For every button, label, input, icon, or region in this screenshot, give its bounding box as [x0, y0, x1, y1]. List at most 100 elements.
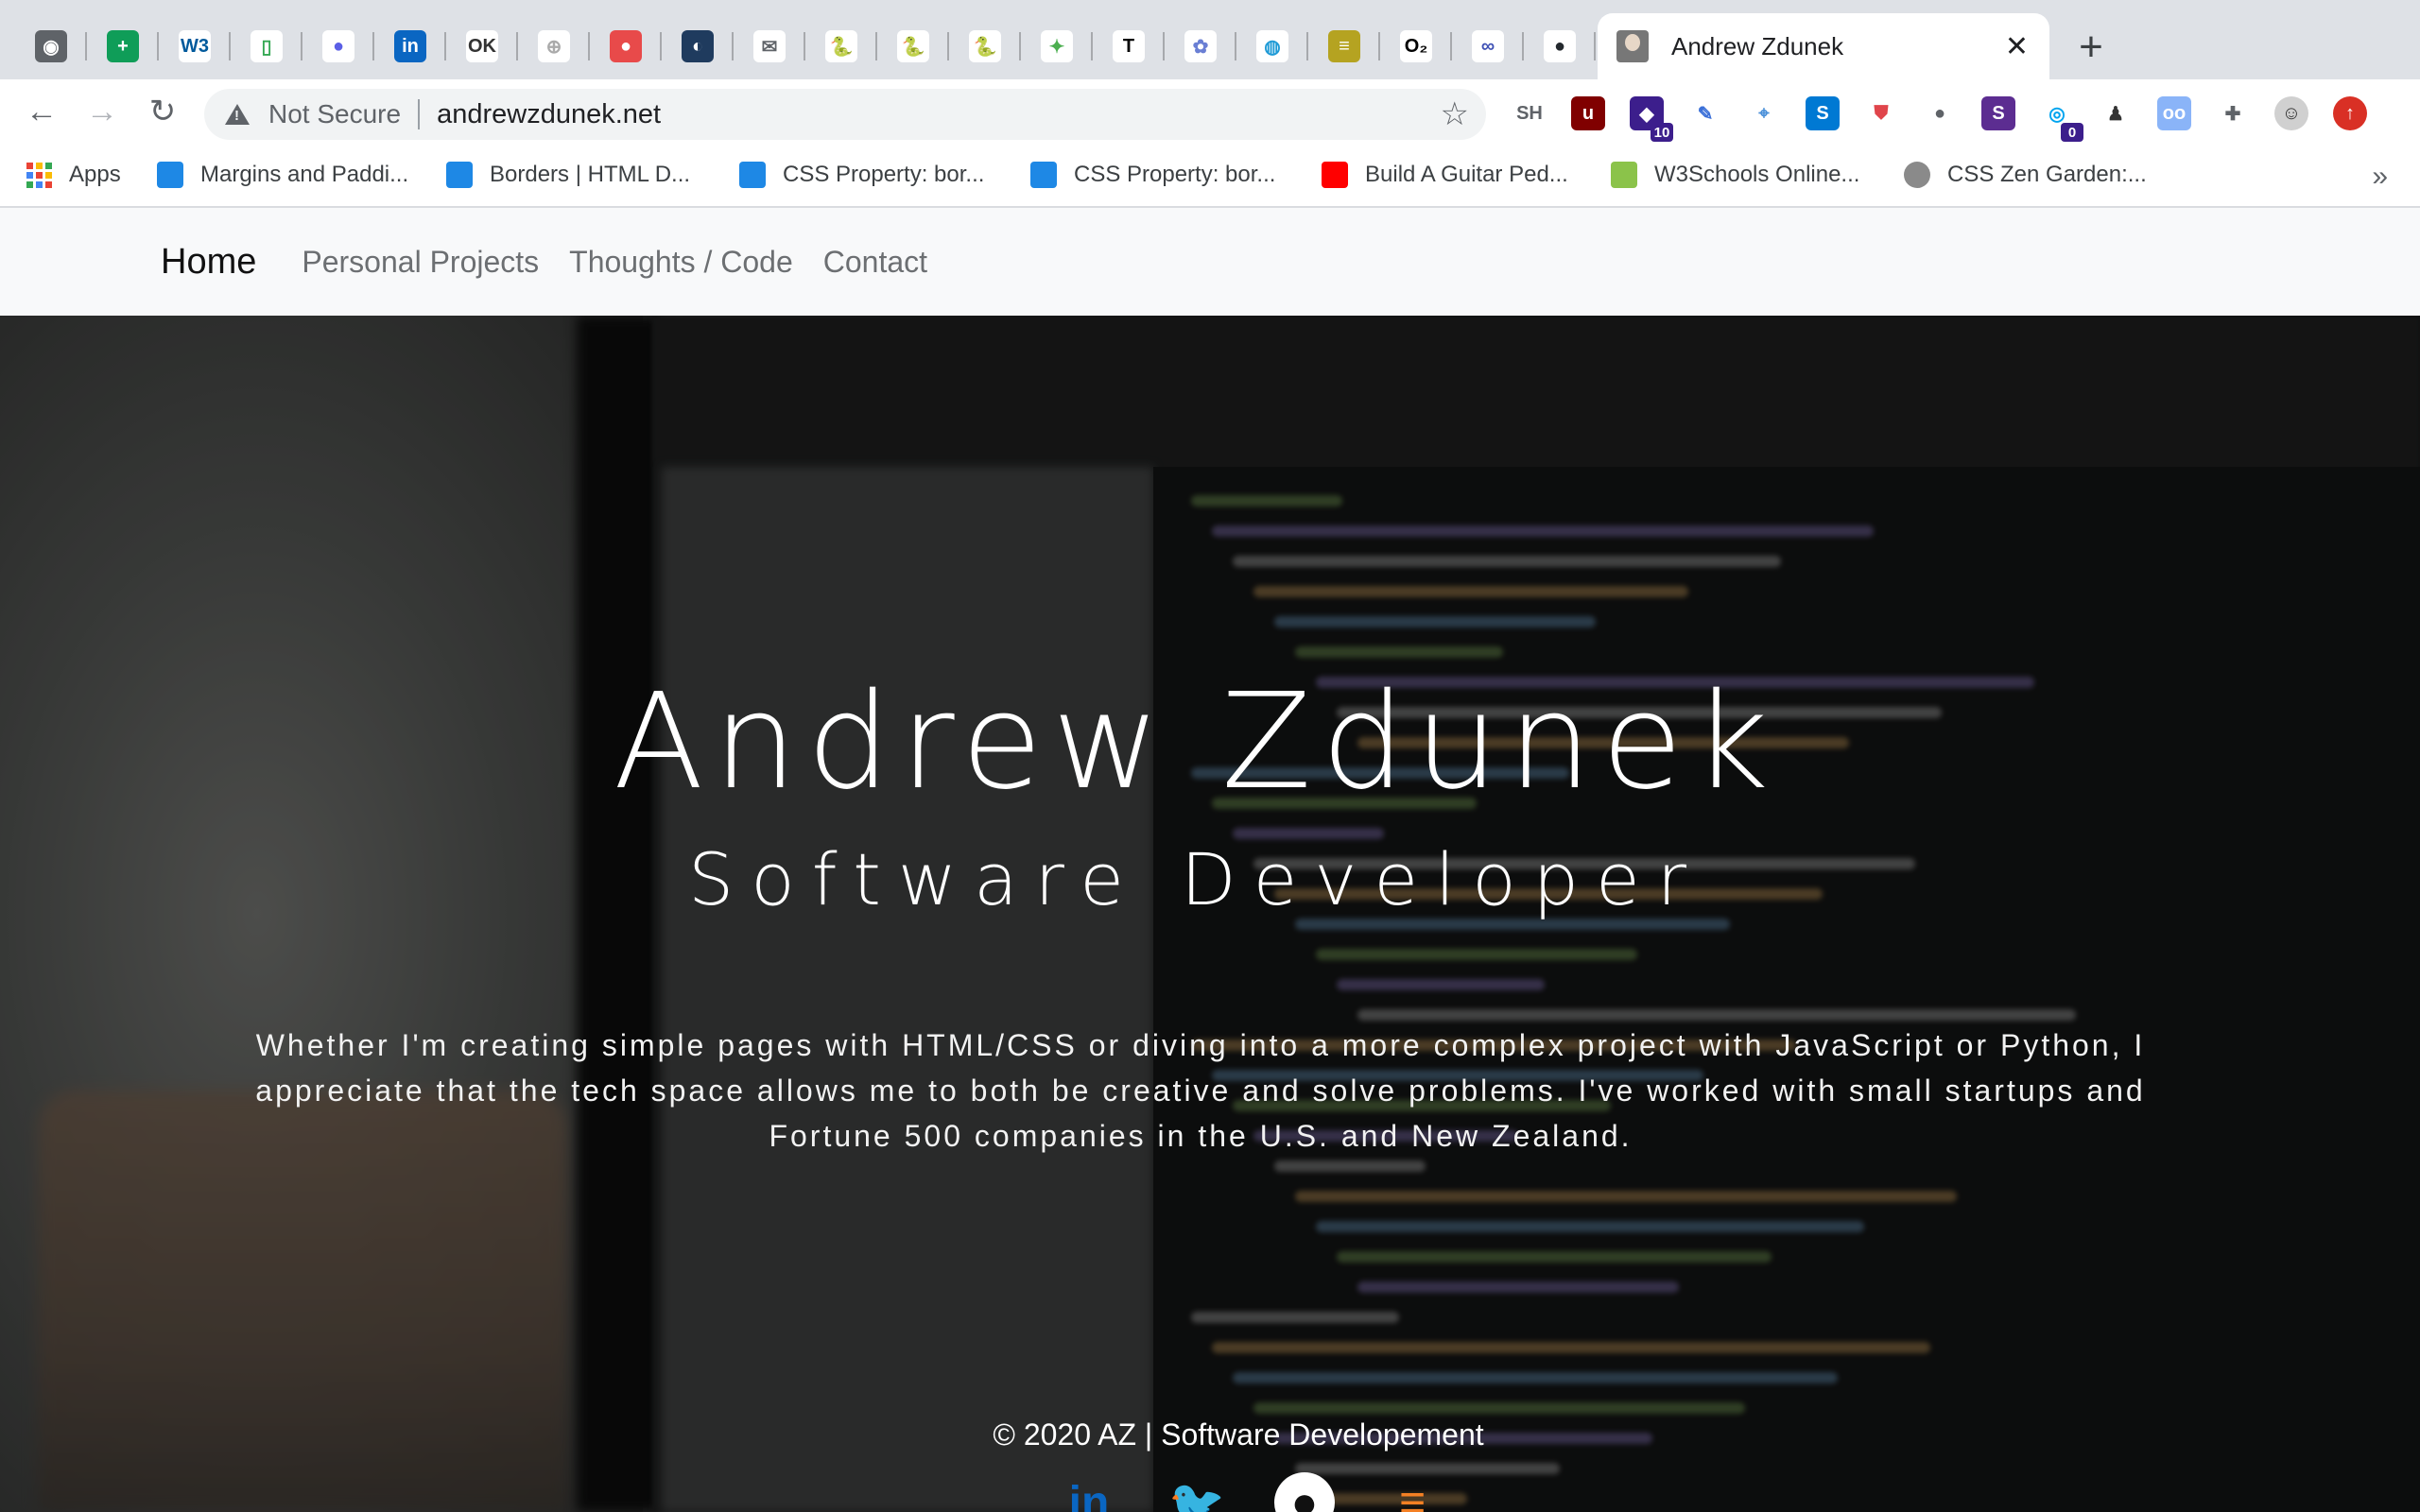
zen-garden-icon — [1904, 162, 1930, 188]
pinned-tab[interactable]: ≡ — [1308, 13, 1380, 79]
new-tab-button[interactable]: + — [2070, 21, 2112, 74]
ublock-icon-glyph: u — [1582, 102, 1595, 124]
phone-outline-icon: ▯ — [251, 30, 283, 62]
bookmark-star-icon[interactable]: ☆ — [1441, 95, 1469, 133]
pinned-tab[interactable]: ◐ — [662, 13, 734, 79]
blue-wave-icon: ◐ — [682, 30, 714, 62]
tab-strip: ◉ + W3 ▯ ● in OK ⊕ ● ◐ ✉ 🐍 🐍 🐍 ✦ T ✿ ◍ ≡ O₂ ∞ ● Andrew Zdunek… — [0, 0, 2420, 79]
address-bar[interactable]: Not Secure andrewzdunek.net ☆ — [204, 89, 1486, 140]
andrew-favicon-icon — [1616, 30, 1649, 62]
nav-thoughts-code-link[interactable]: Thoughts / Code — [569, 245, 793, 280]
pinned-tab[interactable]: 🐍 — [949, 13, 1021, 79]
bookmark-item[interactable]: Margins and Paddi... — [157, 157, 408, 193]
nav-personal-projects-link[interactable]: Personal Projects — [302, 245, 539, 280]
nav-contact-link[interactable]: Contact — [823, 245, 927, 280]
bookmark-item[interactable]: Borders | HTML D... — [446, 157, 690, 193]
puzzle-icon[interactable]: ✚ — [2216, 96, 2250, 130]
pinned-tab[interactable]: W3 — [159, 13, 231, 79]
pinned-tab[interactable]: O₂ — [1380, 13, 1452, 79]
plant-icon: ✦ — [1041, 30, 1073, 62]
tab-title: Andrew Zdunek — [1671, 31, 1844, 60]
pinned-tab[interactable]: ✉ — [734, 13, 805, 79]
ghost-icon[interactable]: ◎ 0 — [2040, 96, 2083, 142]
graduation-cap-icon-glyph: ◆ — [1639, 103, 1654, 125]
glasses-icon[interactable]: oo — [2157, 96, 2191, 130]
feather-icon-glyph: ✎ — [1697, 103, 1714, 125]
feather-icon[interactable]: ✎ — [1688, 96, 1722, 130]
bookmark-item[interactable]: Build A Guitar Ped... — [1322, 157, 1568, 193]
google-sheets-icon: + — [107, 30, 139, 62]
python-icon: 🐍 — [825, 30, 857, 62]
chat-bubble-icon[interactable]: ● — [1923, 96, 1957, 130]
hero-bio: Whether I'm creating simple pages with H… — [255, 1028, 2146, 1153]
shield-red-icon[interactable]: ⛊ — [1864, 96, 1898, 130]
purple-circle-icon: ● — [322, 30, 354, 62]
pinned-tab[interactable]: ● — [590, 13, 662, 79]
linkedin-icon[interactable]: in — [1059, 1472, 1119, 1512]
hero-role: Software Developer — [687, 837, 1704, 921]
graduation-cap-icon[interactable]: ◆ 10 — [1630, 96, 1673, 142]
site-navbar: Home Personal Projects Thoughts / Code C… — [0, 208, 2420, 316]
social-links: in 🐦 ● ≡ — [1059, 1472, 1443, 1512]
tab-separator — [1594, 32, 1596, 60]
address-divider — [418, 99, 421, 129]
pinned-tab[interactable]: ● — [302, 13, 374, 79]
pinned-tab[interactable]: in — [374, 13, 446, 79]
w3-feather-icon — [157, 162, 183, 188]
chat-bubble-icon-glyph: ● — [1933, 102, 1946, 124]
map-icon[interactable]: ⌖ — [1747, 96, 1781, 130]
bookmarks-bar: Apps Margins and Paddi... Borders | HTML D… — [0, 144, 2420, 208]
bookmark-label: CSS Property: bor... — [1074, 162, 1276, 187]
bookmark-item[interactable]: W3Schools Online... — [1611, 157, 1859, 193]
pinned-tab[interactable]: T — [1093, 13, 1165, 79]
bookmark-label: CSS Property: bor... — [783, 162, 985, 187]
ublock-icon[interactable]: u — [1571, 96, 1605, 130]
bookmark-item[interactable]: CSS Property: bor... — [739, 157, 984, 193]
pinned-tab[interactable]: OK — [446, 13, 518, 79]
back-arrow-icon[interactable]: ← — [19, 89, 64, 134]
github-icon[interactable]: ● — [1274, 1472, 1335, 1512]
map-icon-glyph: ⌖ — [1758, 102, 1770, 124]
infinity-icon: ∞ — [1472, 30, 1504, 62]
avatar-icon[interactable]: ☺ — [2274, 96, 2308, 130]
bookmark-item[interactable]: Apps — [26, 157, 121, 193]
hero-section: Andrew Zdunek Software Developer Whether… — [0, 316, 2420, 1512]
pinned-tab[interactable]: ⊕ — [518, 13, 590, 79]
avatar-icon-glyph: ☺ — [2281, 102, 2302, 124]
pinned-tab[interactable]: ◍ — [1236, 13, 1308, 79]
url-text[interactable]: andrewzdunek.net — [437, 99, 1440, 130]
pinned-tab[interactable]: ▯ — [231, 13, 302, 79]
pinned-tab[interactable]: ◉ — [15, 13, 87, 79]
reload-icon[interactable]: ↻ — [140, 89, 185, 134]
pinned-tab[interactable]: ✿ — [1165, 13, 1236, 79]
bookmarks-overflow-icon[interactable]: » — [2372, 161, 2388, 193]
globe-blue-icon: ◍ — [1256, 30, 1288, 62]
pinned-tab[interactable]: ∞ — [1452, 13, 1524, 79]
bookmark-item[interactable]: CSS Zen Garden:... — [1904, 157, 2147, 193]
close-icon[interactable]: ✕ — [2005, 30, 2029, 63]
nav-home-link[interactable]: Home — [161, 242, 256, 283]
pinned-tab[interactable]: ✦ — [1021, 13, 1093, 79]
update-icon[interactable]: ↑ — [2333, 96, 2367, 130]
pinned-tab[interactable]: 🐍 — [877, 13, 949, 79]
tab-andrew-zdunek[interactable]: Andrew Zdunek ✕ — [1598, 13, 2049, 79]
forward-arrow-icon[interactable]: → — [79, 89, 125, 134]
youtube-icon — [1322, 162, 1348, 188]
linkedin-icon: in — [394, 30, 426, 62]
twitter-icon[interactable]: 🐦 — [1167, 1472, 1227, 1512]
shield-red-icon-glyph: ⛊ — [1874, 102, 1889, 124]
pinned-tab[interactable]: ● — [1524, 13, 1596, 79]
security-status[interactable]: Not Secure — [268, 99, 401, 129]
bookmark-label: CSS Zen Garden:... — [1947, 162, 2147, 187]
footer-copyright: © 2020 AZ | Software Developement — [993, 1418, 1484, 1452]
s-purple-icon[interactable]: S — [1981, 96, 2015, 130]
sh-text-icon[interactable]: SH — [1512, 96, 1547, 130]
bookmark-item[interactable]: CSS Property: bor... — [1030, 157, 1275, 193]
pinned-tab[interactable]: 🐍 — [805, 13, 877, 79]
update-icon-glyph: ↑ — [2345, 102, 2355, 124]
pinned-tab[interactable]: + — [87, 13, 159, 79]
w3c-icon: W3 — [179, 30, 211, 62]
s-box-icon[interactable]: S — [1806, 96, 1840, 130]
person-icon[interactable]: ♟ — [2099, 96, 2133, 130]
stackoverflow-icon[interactable]: ≡ — [1382, 1472, 1443, 1512]
